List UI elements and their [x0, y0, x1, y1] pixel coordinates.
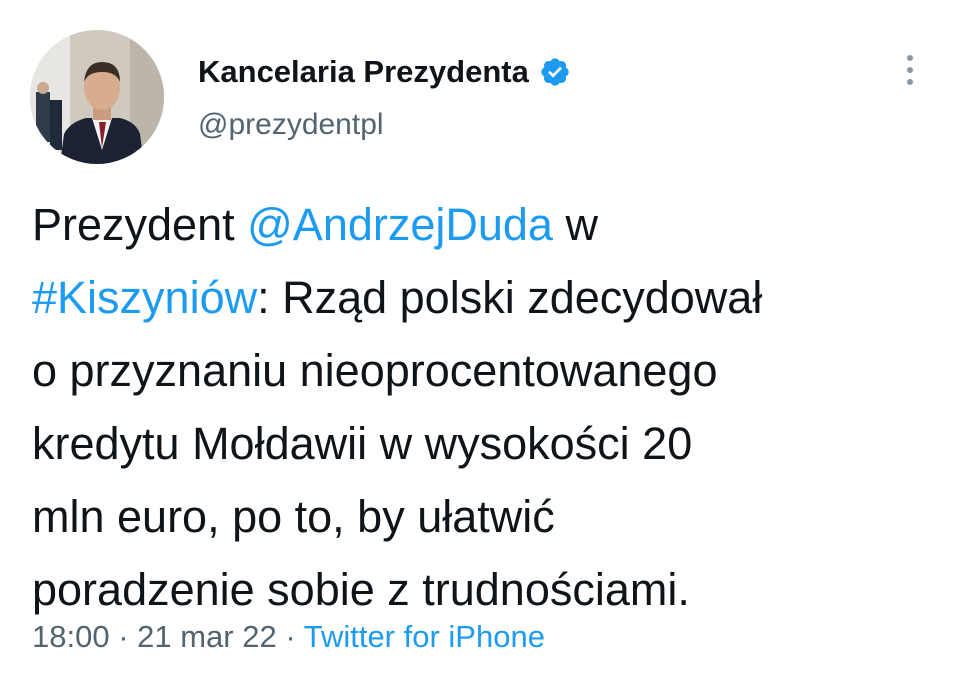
tweet-text-segment: Prezydent	[32, 199, 248, 250]
tweet-line-2: #Kiszyniów: Rząd polski zdecydował	[32, 261, 932, 334]
meta-separator: ·	[109, 619, 138, 654]
tweet-meta: 18:00 · 21 mar 22 · Twitter for iPhone	[32, 619, 545, 655]
author-name-row: Kancelaria Prezydenta	[198, 52, 571, 92]
avatar[interactable]	[30, 30, 164, 164]
tweet-line-3: o przyznaniu nieoprocentowanego	[32, 345, 718, 396]
tweet-text-segment: : Rząd polski zdecydował	[257, 272, 763, 323]
more-dot	[907, 79, 913, 85]
tweet-line-6: poradzenie sobie z trudnościami.	[32, 564, 690, 615]
more-dot	[907, 55, 913, 61]
mention-link[interactable]: @AndrzejDuda	[247, 199, 553, 250]
more-vertical-icon[interactable]	[896, 50, 924, 90]
more-dot	[907, 67, 913, 73]
tweet-line-1: Prezydent @AndrzejDuda w	[32, 188, 932, 261]
author-display-name[interactable]: Kancelaria Prezydenta	[198, 54, 529, 90]
meta-separator: ·	[276, 619, 304, 654]
verified-badge-icon	[539, 56, 571, 88]
tweet-time[interactable]: 18:00	[32, 619, 110, 654]
tweet-date[interactable]: 21 mar 22	[137, 619, 277, 654]
avatar-photo	[30, 30, 164, 164]
tweet-line-5: mln euro, po to, by ułatwić	[32, 491, 555, 542]
author-handle[interactable]: @prezydentpl	[198, 108, 384, 142]
tweet-text-segment: w	[552, 199, 598, 250]
tweet-source-link[interactable]: Twitter for iPhone	[304, 619, 545, 654]
hashtag-link[interactable]: #Kiszyniów	[32, 272, 257, 323]
tweet-body: Prezydent @AndrzejDuda w #Kiszyniów: Rzą…	[32, 188, 932, 626]
tweet-card: Kancelaria Prezydenta @prezydentpl Prezy…	[0, 0, 960, 689]
tweet-line-4: kredytu Mołdawii w wysokości 20	[32, 418, 693, 469]
